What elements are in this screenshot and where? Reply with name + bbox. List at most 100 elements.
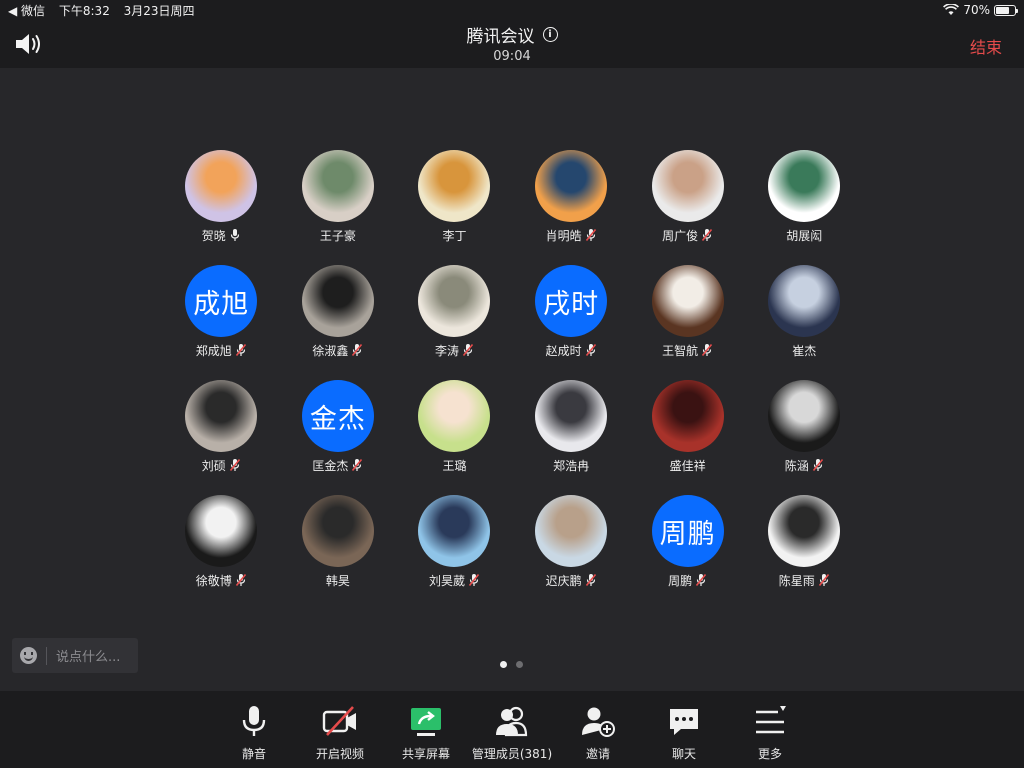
avatar[interactable] (418, 380, 491, 452)
mic-muted-icon (235, 343, 246, 357)
avatar[interactable]: 戌时 (535, 265, 608, 337)
avatar[interactable] (301, 495, 374, 567)
avatar[interactable] (535, 150, 608, 222)
participant-name-row: 崔杰 (792, 342, 816, 358)
mute-label: 静音 (241, 747, 266, 761)
participant-tile[interactable]: 成旭郑成旭 (163, 265, 280, 358)
avatar[interactable] (535, 380, 608, 452)
page-indicator (500, 661, 523, 668)
more-button[interactable]: 更多 (727, 691, 813, 768)
avatar[interactable] (418, 495, 491, 567)
chat-button[interactable]: 聊天 (641, 691, 727, 768)
participant-tile[interactable]: 金杰 匡金杰 (280, 380, 397, 473)
participant-tile[interactable]: 徐敬博 (163, 495, 280, 588)
participant-tile[interactable]: 周广俊 (629, 150, 746, 243)
avatar[interactable]: 成旭 (185, 265, 258, 337)
participant-tile[interactable]: 肖明皓 (513, 150, 630, 243)
mic-muted-icon (818, 573, 829, 587)
avatar[interactable] (768, 380, 841, 452)
participant-name: 李涛 (434, 343, 459, 358)
battery-icon (994, 4, 1018, 16)
participant-tile[interactable]: 胡展闳 (746, 150, 863, 243)
participant-tile[interactable]: 盛佳祥 (629, 380, 746, 473)
avatar[interactable] (185, 495, 258, 567)
emoji-icon[interactable] (20, 647, 37, 664)
share-button[interactable]: 共享屏幕 (383, 691, 469, 768)
participant-name: 李丁 (442, 228, 467, 243)
avatar[interactable] (651, 380, 724, 452)
status-left: ◀ 微信 下午8:32 3月23日周四 (8, 2, 205, 19)
avatar[interactable] (418, 265, 491, 337)
mic-muted-icon (702, 343, 713, 357)
participant-name-row: 陈涵 (785, 457, 824, 473)
participant-name: 郑成旭 (195, 343, 232, 358)
video-off-icon (322, 706, 356, 736)
participant-tile[interactable]: 王智航 (629, 265, 746, 358)
members-button[interactable]: 管理成员(381) (469, 691, 555, 768)
page-dot[interactable] (500, 661, 507, 668)
participant-name-row: 匡金杰 (312, 457, 363, 473)
participant-tile[interactable]: 刘昊葳 (396, 495, 513, 588)
chat-divider (46, 646, 47, 665)
participant-name-row: 王子豪 (320, 227, 356, 243)
participant-name-row: 韩昊 (326, 572, 350, 588)
status-time: 下午8:32 (58, 3, 110, 18)
bottom-toolbar: 静音 开启视频 共享屏幕 管理成员(381) 邀请 聊天 更多 (0, 691, 1024, 768)
chat-icon (670, 709, 698, 735)
participant-name: 王璐 (442, 458, 467, 473)
participant-name: 王子豪 (319, 228, 356, 243)
participant-tile[interactable]: 戌时 赵成时 (513, 265, 630, 358)
wifi-icon (943, 4, 960, 15)
status-date: 3月23日周四 (123, 3, 195, 18)
participant-tile[interactable]: 迟庆鹏 (513, 495, 630, 588)
participant-tile[interactable]: 刘硕 (163, 380, 280, 473)
avatar[interactable] (301, 265, 374, 337)
status-bar: ◀ 微信 下午8:32 3月23日周四 70% (0, 0, 1024, 20)
participant-tile[interactable]: 李丁 (396, 150, 513, 243)
avatar[interactable] (768, 495, 841, 567)
participant-tile[interactable]: 陈涵 (746, 380, 863, 473)
participant-name: 崔杰 (792, 343, 817, 358)
avatar[interactable] (768, 150, 841, 222)
avatar[interactable] (535, 495, 608, 567)
avatar[interactable] (768, 265, 841, 337)
avatar[interactable] (418, 150, 491, 222)
participant-name: 贺晓 (201, 228, 226, 243)
participant-tile[interactable]: 王子豪 (280, 150, 397, 243)
participant-name-row: 胡展闳 (786, 227, 822, 243)
more-label: 更多 (757, 747, 782, 761)
page-dot[interactable] (516, 661, 523, 668)
participant-tile[interactable]: 李涛 (396, 265, 513, 358)
chat-label: 聊天 (671, 747, 696, 761)
meeting-title[interactable]: 腾讯会议 (467, 22, 535, 47)
participant-name: 周广俊 (662, 228, 699, 243)
participant-name: 徐敬博 (195, 573, 232, 588)
participant-tile[interactable]: 徐淑鑫 (280, 265, 397, 358)
avatar[interactable] (651, 265, 724, 337)
avatar[interactable] (651, 150, 724, 222)
avatar[interactable] (185, 380, 258, 452)
meeting-timer: 09:04 (493, 49, 531, 64)
avatar[interactable] (185, 150, 258, 222)
participant-tile[interactable]: 贺晓 (163, 150, 280, 243)
invite-button[interactable]: 邀请 (555, 691, 641, 768)
participant-tile[interactable]: 陈星雨 (746, 495, 863, 588)
mic-muted-icon (696, 573, 707, 587)
end-meeting-button[interactable]: 结束 (970, 34, 1002, 58)
avatar[interactable]: 周鹏 (651, 495, 724, 567)
participant-tile[interactable]: 郑浩冉 (513, 380, 630, 473)
info-icon[interactable]: i (542, 27, 558, 42)
participant-tile[interactable]: 周鹏 周鹏 (629, 495, 746, 588)
participant-name: 迟庆鹏 (545, 573, 582, 588)
participant-tile[interactable]: 王璐 (396, 380, 513, 473)
participant-tile[interactable]: 崔杰 (746, 265, 863, 358)
participant-tile[interactable]: 韩昊 (280, 495, 397, 588)
avatar[interactable] (301, 150, 374, 222)
participant-name: 盛佳祥 (669, 458, 706, 473)
chat-input[interactable]: 说点什么... (12, 638, 138, 673)
participant-name-row: 郑成旭 (196, 342, 247, 358)
avatar[interactable]: 金杰 (301, 380, 374, 452)
video-button[interactable]: 开启视频 (297, 691, 383, 768)
back-to-wechat[interactable]: ◀ 微信 (8, 4, 45, 18)
mute-button[interactable]: 静音 (211, 691, 297, 768)
